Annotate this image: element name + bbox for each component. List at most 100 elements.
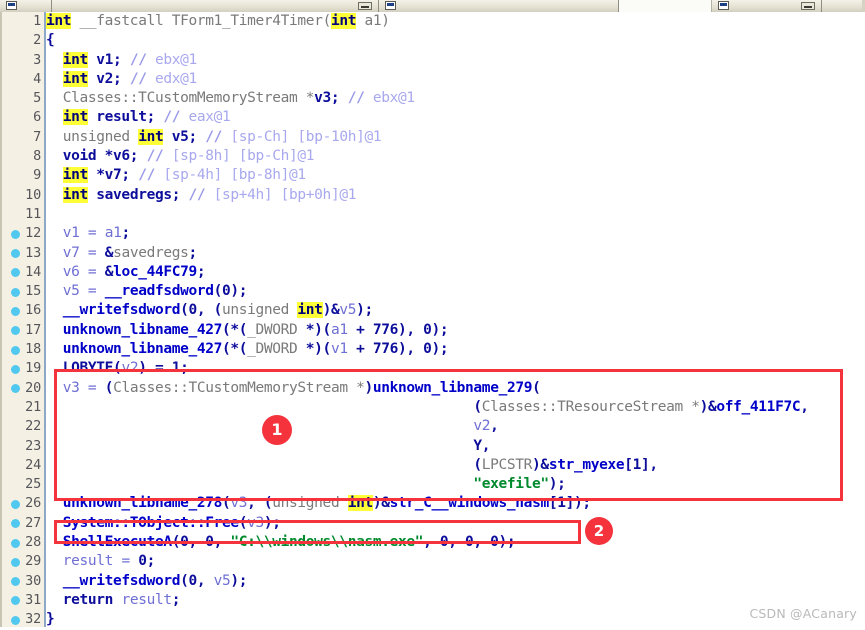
mdi-child-titlebar-1[interactable] [0,0,52,12]
code-line[interactable]: 3 int v1; // ebx@1 [0,51,865,70]
mdi-child-titlebar-3[interactable] [379,0,619,12]
code-line[interactable]: 13 v7 = &savedregs; [0,244,865,263]
mdi-child-titlebar-4[interactable] [619,0,712,12]
code-line[interactable]: 30 __writefsdword(0, v5); [0,572,865,591]
code-line[interactable]: 28 ShellExecuteA(0, 0, "C:\\windows\\nas… [0,533,865,552]
code-line[interactable]: 29 result = 0; [0,552,865,571]
line-source[interactable]: LOBYTE(v2) = 1; [46,359,188,378]
code-line[interactable]: 6 int result; // eax@1 [0,108,865,127]
line-number: 31 [0,591,41,610]
line-source[interactable]: int result; // eax@1 [46,108,230,127]
line-source[interactable]: System::TObject::Free(v3); [46,514,281,533]
window-system-menu-icon[interactable] [6,1,17,10]
code-line[interactable]: 1 int __fastcall TForm1_Timer4Timer(int a… [0,12,865,31]
code-line[interactable]: 17 unknown_libname_427(*(_DWORD *)(a1 + … [0,321,865,340]
code-line[interactable]: 7 unsigned int v5; // [sp-Ch] [bp-10h]@1 [0,128,865,147]
code-line[interactable]: 8 void *v6; // [sp-8h] [bp-Ch]@1 [0,147,865,166]
line-source[interactable]: v5 = __readfsdword(0); [46,282,247,301]
line-source[interactable]: int __fastcall TForm1_Timer4Timer(int a1… [46,12,390,31]
mdi-child-titlebar-2[interactable] [52,0,379,12]
code-lines[interactable]: 1 int __fastcall TForm1_Timer4Timer(int a… [0,12,865,630]
line-number: 12 [0,224,41,243]
decompiler-pseudocode-view[interactable]: 1 int __fastcall TForm1_Timer4Timer(int a… [0,12,865,627]
minimize-icon[interactable] [358,2,372,10]
line-source[interactable]: v6 = &loc_44FC79; [46,263,205,282]
code-line[interactable]: 5 Classes::TCustomMemoryStream *v3; // e… [0,89,865,108]
line-source[interactable]: __writefsdword(0, (unsigned int)&v5); [46,301,373,320]
line-source[interactable]: unknown_libname_427(*(_DWORD *)(a1 + 776… [46,321,448,340]
code-line[interactable]: 31 return result; [0,591,865,610]
code-line[interactable]: 27 System::TObject::Free(v3); [0,514,865,533]
line-source[interactable]: __writefsdword(0, v5); [46,572,247,591]
annotation-badge-2: 2 [585,517,613,545]
mdi-child-titlebar-5[interactable] [712,0,822,12]
line-number: 4 [0,70,41,89]
code-line[interactable]: 19 LOBYTE(v2) = 1; [0,359,865,378]
line-number: 30 [0,572,41,591]
line-source[interactable]: int v1; // ebx@1 [46,51,197,70]
line-number: 1 [0,12,41,31]
line-number: 10 [0,186,41,205]
line-source[interactable]: v3 = (Classes::TCustomMemoryStream *)unk… [46,379,540,398]
line-source[interactable]: unknown_libname_427(*(_DWORD *)(v1 + 776… [46,340,448,359]
line-number: 14 [0,263,41,282]
line-number: 27 [0,514,41,533]
line-number: 11 [0,205,41,224]
line-source[interactable]: return result; [46,591,180,610]
annotation-badge-1: 1 [262,415,292,445]
line-number: 5 [0,89,41,108]
minimize-icon[interactable] [801,2,815,10]
code-line[interactable]: 25 "exefile"); [0,475,865,494]
line-number: 25 [0,475,41,494]
line-source[interactable]: unknown_libname_278(v3, (unsigned int)&s… [46,494,591,513]
code-line[interactable]: 10 int savedregs; // [sp+4h] [bp+0h]@1 [0,186,865,205]
line-number: 20 [0,379,41,398]
line-number: 28 [0,533,41,552]
code-line[interactable]: 9 int *v7; // [sp-4h] [bp-8h]@1 [0,166,865,185]
line-source[interactable]: (Classes::TResourceStream *)&off_411F7C, [46,398,809,417]
line-source[interactable]: v7 = &savedregs; [46,244,197,263]
line-source[interactable]: { [46,31,54,50]
line-number: 7 [0,128,41,147]
line-number: 24 [0,456,41,475]
line-source[interactable]: unsigned int v5; // [sp-Ch] [bp-10h]@1 [46,128,381,147]
line-number: 21 [0,398,41,417]
code-line[interactable]: 4 int v2; // edx@1 [0,70,865,89]
code-line[interactable]: 18 unknown_libname_427(*(_DWORD *)(v1 + … [0,340,865,359]
watermark: CSDN @ACanary [749,606,857,621]
line-source[interactable]: (LPCSTR)&str_myexe[1], [46,456,658,475]
line-source[interactable]: void *v6; // [sp-8h] [bp-Ch]@1 [46,147,314,166]
line-number: 6 [0,108,41,127]
code-line[interactable]: 22 v2, [0,417,865,436]
line-number: 9 [0,166,41,185]
line-source[interactable]: ShellExecuteA(0, 0, "C:\\windows\\nasm.e… [46,533,515,552]
line-source[interactable]: int v2; // edx@1 [46,70,197,89]
code-line[interactable]: 15 v5 = __readfsdword(0); [0,282,865,301]
code-line[interactable]: 2{ [0,31,865,50]
line-number: 22 [0,417,41,436]
code-line[interactable]: 26 unknown_libname_278(v3, (unsigned int… [0,494,865,513]
line-number: 17 [0,321,41,340]
line-source[interactable]: int savedregs; // [sp+4h] [bp+0h]@1 [46,186,356,205]
mdi-child-titlebar-6[interactable] [822,0,862,12]
line-source[interactable]: int *v7; // [sp-4h] [bp-8h]@1 [46,166,306,185]
line-number: 23 [0,437,41,456]
line-source[interactable]: v1 = a1; [46,224,130,243]
line-number: 26 [0,494,41,513]
code-line[interactable]: 12 v1 = a1; [0,224,865,243]
code-line[interactable]: 14 v6 = &loc_44FC79; [0,263,865,282]
line-number: 16 [0,301,41,320]
line-source[interactable]: Classes::TCustomMemoryStream *v3; // ebx… [46,89,415,108]
code-line[interactable]: 16 __writefsdword(0, (unsigned int)&v5); [0,301,865,320]
code-line[interactable]: 23 Y, [0,437,865,456]
line-source[interactable]: result = 0; [46,552,155,571]
code-line[interactable]: 24 (LPCSTR)&str_myexe[1], [0,456,865,475]
window-system-menu-icon[interactable] [385,1,396,10]
code-line[interactable]: 21 (Classes::TResourceStream *)&off_411F… [0,398,865,417]
window-system-menu-icon[interactable] [718,1,729,10]
line-source[interactable]: "exefile"); [46,475,566,494]
code-line[interactable]: 11 [0,205,865,224]
line-number: 18 [0,340,41,359]
code-line[interactable]: 20 v3 = (Classes::TCustomMemoryStream *)… [0,379,865,398]
line-number: 15 [0,282,41,301]
